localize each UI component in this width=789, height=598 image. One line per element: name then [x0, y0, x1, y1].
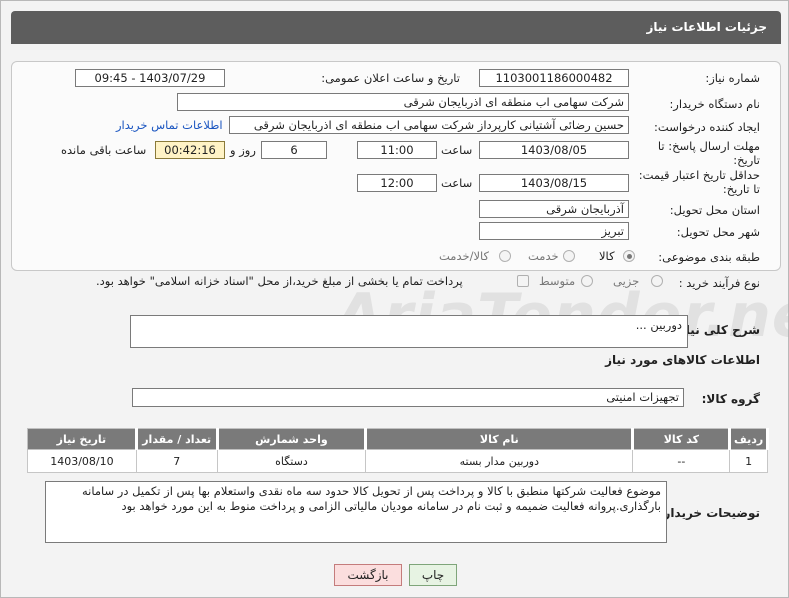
goods-group-label: گروه کالا: — [701, 392, 760, 406]
reply-time-label: ساعت — [441, 143, 473, 157]
table-header-row: ردیف کد کالا نام کالا واحد شمارش تعداد /… — [27, 428, 769, 450]
back-button[interactable]: بازگشت — [334, 564, 402, 586]
buyer-notes-label: توضیحات خریدار: — [658, 506, 760, 520]
announce-datetime-label: تاریخ و ساعت اعلان عمومی: — [321, 71, 460, 85]
requester-field[interactable]: حسین رضائی آشتیانی کارپرداز شرکت سهامی ا… — [229, 116, 629, 134]
cell-name: دوربین مدار بسته — [365, 449, 634, 473]
title-bar: جزئیات اطلاعات نیاز — [11, 11, 781, 44]
col-name: نام کالا — [365, 428, 635, 450]
category-goods-label: کالا — [599, 249, 615, 263]
process-label: نوع فرآیند خرید : — [678, 276, 760, 290]
remaining-time: 00:42:16 — [155, 141, 225, 159]
page-frame: جزئیات اطلاعات نیاز شماره نیاز: 11030011… — [0, 0, 789, 598]
reply-deadline-time[interactable]: 11:00 — [357, 141, 437, 159]
treasury-note: پرداخت تمام یا بخشی از مبلغ خرید،از محل … — [96, 274, 463, 288]
buyer-notes-field[interactable]: موضوع فعالیت شرکتها منطبق با کالا و پردا… — [45, 481, 667, 543]
cell-unit: دستگاه — [216, 449, 367, 473]
category-service-radio[interactable] — [563, 250, 575, 262]
goods-table: ردیف کد کالا نام کالا واحد شمارش تعداد /… — [27, 428, 769, 473]
category-goods-radio[interactable] — [623, 250, 635, 262]
category-goods-service-label: کالا/خدمت — [439, 249, 490, 263]
print-button[interactable]: چاپ — [409, 564, 457, 586]
city-label: شهر محل تحویل: — [676, 225, 760, 239]
buyer-org-label: نام دستگاه خریدار: — [669, 97, 760, 111]
category-goods-service-radio[interactable] — [499, 250, 511, 262]
requester-label: ایجاد کننده درخواست: — [654, 120, 760, 134]
need-number-label: شماره نیاز: — [705, 71, 760, 85]
col-qty: تعداد / مقدار — [135, 428, 219, 450]
price-validity-date[interactable]: 1403/08/15 — [479, 174, 629, 192]
treasury-checkbox[interactable] — [517, 275, 529, 287]
summary-field[interactable]: دوربین ... — [130, 315, 688, 348]
cell-row: 1 — [729, 449, 768, 473]
process-medium-radio[interactable] — [581, 275, 593, 287]
reply-deadline-date[interactable]: 1403/08/05 — [479, 141, 629, 159]
page-title: جزئیات اطلاعات نیاز — [646, 20, 767, 34]
price-validity-label: حداقل تاریخ اعتبار قیمت: تا تاریخ: — [638, 168, 760, 196]
province-label: استان محل تحویل: — [669, 203, 760, 217]
col-code: کد کالا — [632, 428, 732, 450]
col-date: تاریخ نیاز — [27, 428, 138, 450]
cell-date: 1403/08/10 — [27, 449, 137, 473]
table-row[interactable]: 1 -- دوربین مدار بسته دستگاه 7 1403/08/1… — [27, 449, 768, 473]
goods-section-title: اطلاعات کالاهای مورد نیاز — [605, 353, 760, 367]
need-number-field[interactable]: 1103001186000482 — [479, 69, 629, 87]
city-field[interactable]: تبریز — [479, 222, 629, 240]
buyer-contact-link[interactable]: اطلاعات تماس خریدار — [116, 118, 223, 132]
process-minor-radio[interactable] — [651, 275, 663, 287]
remaining-time-label: ساعت باقی مانده — [61, 143, 147, 157]
price-time-label: ساعت — [441, 176, 473, 190]
col-row: ردیف — [729, 428, 769, 450]
announce-datetime-field[interactable]: 1403/07/29 - 09:45 — [75, 69, 225, 87]
process-minor-label: جزیی — [613, 274, 640, 288]
category-service-label: خدمت — [528, 249, 559, 263]
reply-deadline-label: مهلت ارسال پاسخ: تا تاریخ: — [657, 139, 760, 167]
price-validity-time[interactable]: 12:00 — [357, 174, 437, 192]
province-field[interactable]: آذربایجان شرقی — [479, 200, 629, 218]
cell-qty: 7 — [135, 449, 218, 473]
category-label: طبقه بندی موضوعی: — [658, 250, 760, 264]
goods-group-field[interactable]: تجهیزات امنیتی — [132, 388, 684, 407]
days-label: روز و — [230, 143, 256, 157]
cell-code: -- — [632, 449, 731, 473]
process-medium-label: متوسط — [539, 274, 576, 288]
col-unit: واحد شمارش — [216, 428, 368, 450]
remaining-days[interactable]: 6 — [261, 141, 327, 159]
buyer-org-field[interactable]: شرکت سهامی اب منطقه ای اذربایجان شرقی — [177, 93, 629, 111]
